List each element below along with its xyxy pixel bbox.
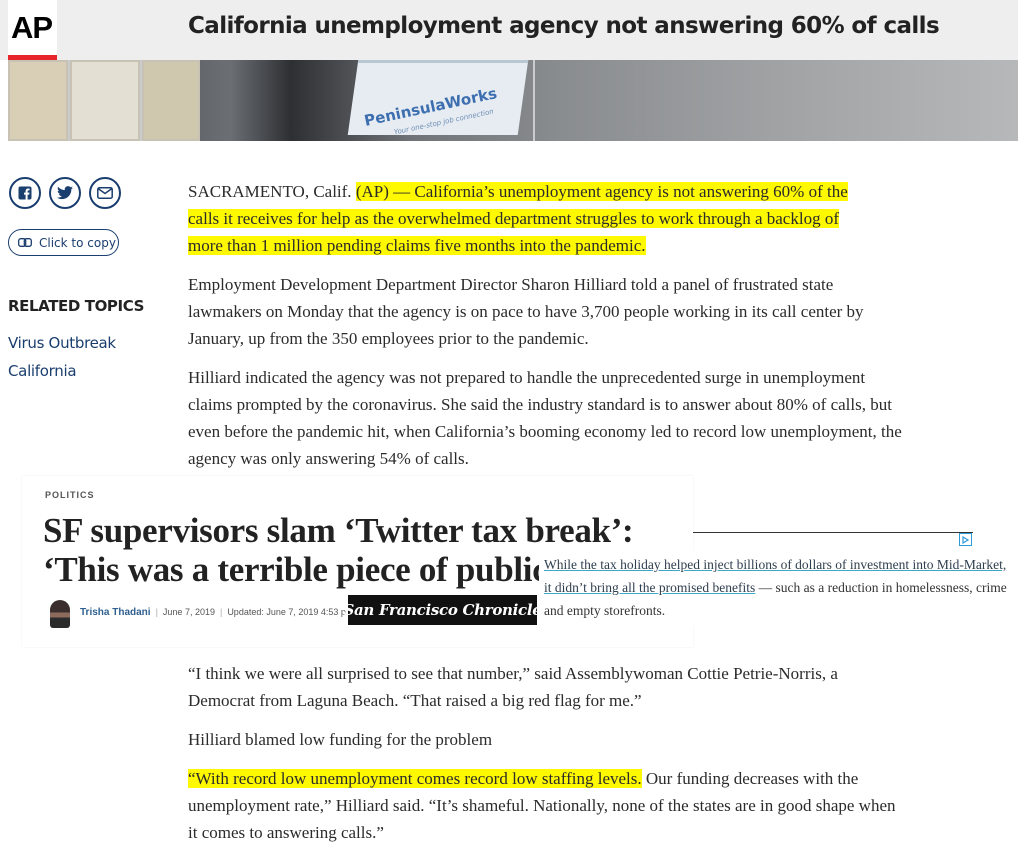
twitter-icon xyxy=(57,186,73,200)
ad-choices-button[interactable] xyxy=(959,533,972,546)
copy-link-button[interactable]: Click to copy xyxy=(8,229,119,256)
related-topic-link[interactable]: California xyxy=(8,362,77,380)
facebook-icon xyxy=(18,186,32,200)
hero-brochure-rack xyxy=(8,60,68,141)
highlighted-text: (AP) — California’s unemployment agency … xyxy=(355,182,848,201)
sf-chronicle-logo: San Francisco Chronicle xyxy=(343,595,542,625)
related-topic-link[interactable]: Virus Outbreak xyxy=(8,334,116,352)
twitter-share-button[interactable] xyxy=(49,177,81,209)
excerpt-clipping: While the tax holiday helped inject bill… xyxy=(539,551,1018,626)
article-paragraph: Hilliard blamed low funding for the prob… xyxy=(188,730,493,749)
highlighted-text: calls it receives for help as the overwh… xyxy=(188,209,839,228)
hero-image: PeninsulaWorks Your one-stop job connect… xyxy=(8,60,1018,141)
ap-logo-text: AP xyxy=(11,10,53,45)
hero-brochure xyxy=(70,60,140,141)
byline: Trisha Thadani | June 7, 2019 | Updated: Jun… xyxy=(80,607,359,618)
article-paragraph: Employment Development Department Direct… xyxy=(188,275,864,348)
article-paragraph: “I think we were all surprised to see th… xyxy=(188,664,838,710)
publish-date: June 7, 2019 xyxy=(162,607,215,617)
excerpt-text: While the tax holiday helped inject bill… xyxy=(544,553,1014,622)
author-avatar xyxy=(50,600,70,628)
hero-brochure xyxy=(142,60,200,141)
page-title: California unemployment agency not answe… xyxy=(188,13,940,39)
ap-logo[interactable]: AP xyxy=(8,0,57,60)
ad-strip xyxy=(693,532,973,552)
article-paragraph: Hilliard indicated the agency was not pr… xyxy=(188,368,902,468)
email-icon xyxy=(97,187,113,199)
copy-link-label: Click to copy xyxy=(39,235,116,250)
link-icon xyxy=(18,238,32,247)
ad-choices-icon xyxy=(962,535,969,544)
hero-wire xyxy=(533,60,535,141)
related-topics-heading: RELATED TOPICS xyxy=(8,297,144,315)
site-header: AP California unemployment agency not an… xyxy=(0,0,1018,60)
article-paragraph: “With record low unemployment comes reco… xyxy=(188,765,908,846)
hero-wire xyxy=(140,60,142,141)
highlighted-text: more than 1 million pending claims five … xyxy=(188,236,646,255)
hero-wire xyxy=(68,60,70,141)
article-paragraph: SACRAMENTO, Calif. (AP) — California’s u… xyxy=(188,178,908,259)
section-kicker: POLITICS xyxy=(45,490,95,500)
dateline: SACRAMENTO, Calif. xyxy=(188,182,356,201)
highlighted-text: “With record low unemployment comes reco… xyxy=(188,769,642,788)
updated-date: Updated: June 7, 2019 4:53 p.m. xyxy=(227,607,359,617)
author-name[interactable]: Trisha Thadani xyxy=(80,607,151,618)
email-share-button[interactable] xyxy=(89,177,121,209)
facebook-share-button[interactable] xyxy=(9,177,41,209)
